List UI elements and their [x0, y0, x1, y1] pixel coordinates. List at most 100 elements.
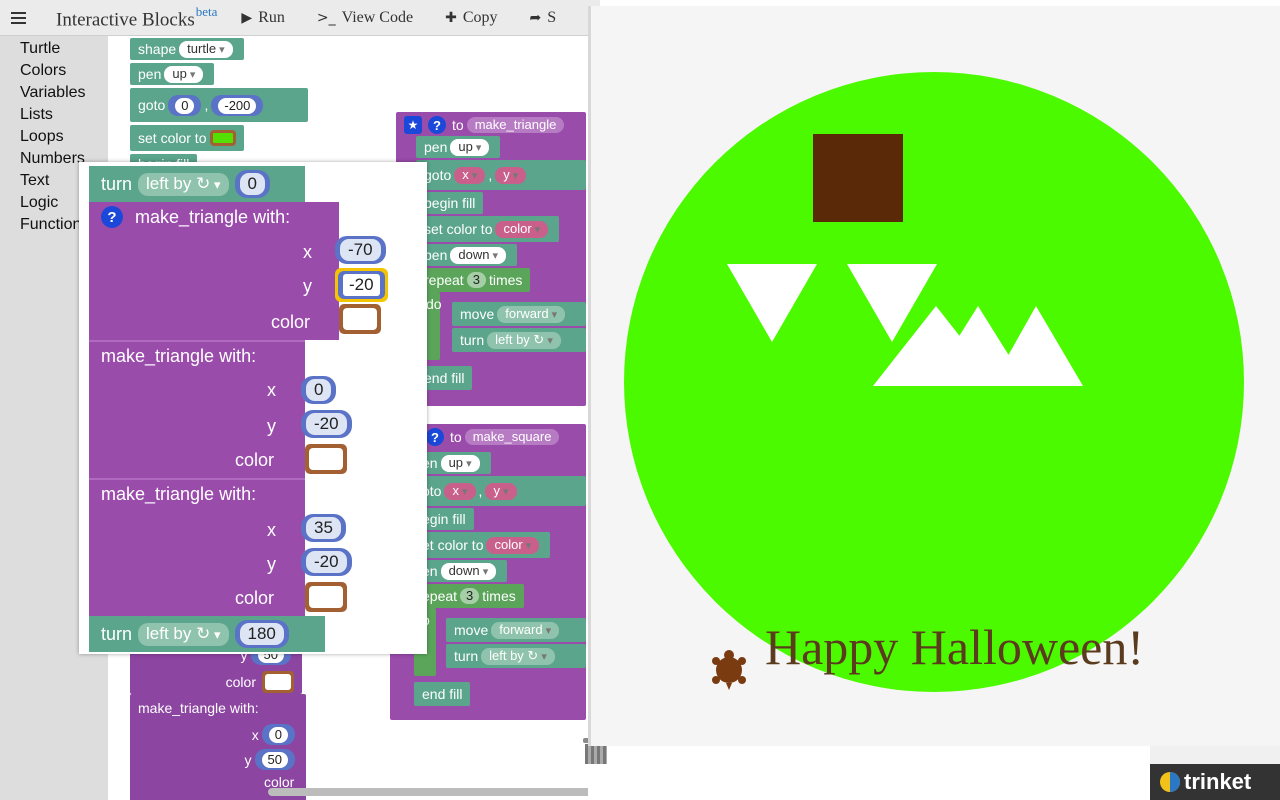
def2-color-var[interactable]: color: [486, 536, 540, 554]
copy-button[interactable]: ✚ Copy: [445, 9, 497, 27]
def2-turn-label: turn: [454, 648, 479, 664]
zoom-call2-x-label: x: [267, 380, 276, 400]
def1-move-dropdown[interactable]: forward: [497, 305, 566, 323]
make-triangle-call-4[interactable]: make_triangle with: x 0 y 50 color: [130, 694, 306, 800]
zoom-call3-x-input[interactable]: 35: [306, 517, 341, 539]
def2-name-field[interactable]: make_square: [464, 429, 560, 445]
def2-turn-dropdown[interactable]: left by ↻: [481, 647, 555, 665]
def2-pen-dropdown[interactable]: up: [440, 454, 480, 472]
zoom-call2-x-input[interactable]: 0: [306, 379, 332, 401]
def1-repeat-count[interactable]: 3: [466, 272, 486, 288]
def2-set-color-block[interactable]: et color to color: [414, 532, 551, 558]
def2-begin-fill-label: egin fill: [422, 511, 466, 527]
workspace-horizontal-scrollbar[interactable]: [268, 788, 588, 796]
zoomed-block-stack[interactable]: turn left by ↻ 0 ? make_triangle with: x…: [79, 162, 427, 654]
def1-pen2-dropdown[interactable]: down: [450, 246, 507, 264]
zoom-turn2-dropdown[interactable]: left by ↻: [138, 622, 229, 646]
goto-y-input[interactable]: -200: [218, 97, 257, 114]
shape-block[interactable]: shape turtle: [130, 38, 244, 60]
def1-y-var[interactable]: y: [495, 166, 527, 184]
call4-y-input[interactable]: 50: [261, 752, 288, 768]
app-title: Interactive Blocksbeta: [56, 4, 217, 31]
share-button[interactable]: ➦ S: [529, 9, 556, 27]
pen-block[interactable]: pen up: [130, 63, 215, 85]
goto-x-input[interactable]: 0: [175, 97, 195, 114]
def2-repeat-count[interactable]: 3: [460, 588, 480, 604]
def2-x-var[interactable]: x: [444, 482, 476, 500]
def1-repeat-block[interactable]: repeat 3 times: [416, 268, 531, 292]
partial-color-label: color: [225, 674, 256, 690]
zoom-turn-block-2[interactable]: turn left by ↻ 180: [89, 616, 325, 652]
zoom-call1-y-input[interactable]: -20: [343, 274, 380, 296]
zoom-call1-x-label: x: [303, 242, 312, 262]
zoom-turn-block-1[interactable]: turn left by ↻ 0: [89, 166, 305, 202]
def2-end-fill-label: end fill: [422, 686, 463, 702]
star-icon[interactable]: ★: [404, 116, 422, 134]
toolbox-category-variables[interactable]: Variables: [0, 82, 108, 104]
def1-goto-block[interactable]: goto x , y: [416, 160, 586, 190]
run-button[interactable]: ▶ Run: [241, 9, 284, 27]
def1-move-block[interactable]: move forward: [452, 302, 586, 326]
zoom-turn1-input[interactable]: 0: [239, 173, 265, 195]
def2-move-block[interactable]: move forward: [446, 618, 586, 642]
toolbox-category-colors[interactable]: Colors: [0, 60, 108, 82]
def2-y-var[interactable]: y: [485, 482, 517, 500]
zoom-call3-color-field[interactable]: [305, 582, 347, 612]
def1-repeat-label: repeat: [424, 272, 464, 288]
def2-to-label: to: [450, 429, 462, 445]
zoom-call2-y-input[interactable]: -20: [306, 413, 347, 435]
pen-dropdown[interactable]: up: [164, 65, 204, 83]
shape-dropdown[interactable]: turtle: [179, 40, 233, 58]
def2-end-fill-block[interactable]: end fill: [414, 682, 471, 706]
def1-x-var[interactable]: x: [454, 166, 486, 184]
zoom-help-icon[interactable]: ?: [101, 206, 123, 228]
toolbox-category-turtle[interactable]: Turtle: [0, 38, 108, 60]
zoom-turn1-dropdown[interactable]: left by ↻: [138, 172, 229, 196]
zoom-call3-label: make_triangle with:: [101, 484, 257, 504]
trinket-brand[interactable]: trinket: [1150, 764, 1280, 800]
menu-icon: [10, 11, 26, 24]
def2-repeat-block[interactable]: epeat 3 times: [414, 584, 524, 608]
zoom-call3-y-input[interactable]: -20: [306, 551, 347, 573]
def1-turn-block[interactable]: turn left by ↻: [452, 328, 586, 352]
def1-turn-dropdown[interactable]: left by ↻: [487, 331, 561, 349]
set-color-block[interactable]: set color to: [130, 125, 245, 151]
green-color-swatch[interactable]: [210, 130, 237, 146]
def2-pen2-dropdown[interactable]: down: [440, 562, 497, 580]
zoom-call1-color-label: color: [271, 312, 311, 332]
zoom-turn1-label: turn: [101, 173, 133, 194]
zoom-call2-color-label: color: [235, 450, 275, 470]
zoom-call3-color-label: color: [235, 588, 275, 608]
call4-y-field: 50: [254, 749, 295, 770]
zoom-call2-color-field[interactable]: [305, 444, 347, 474]
def1-pen-dropdown[interactable]: up: [450, 138, 490, 156]
def1-to-label: to: [452, 117, 464, 133]
call4-x-label: x: [251, 726, 259, 743]
def2-goto-block[interactable]: oto x , y: [414, 476, 586, 506]
def2-sep: ,: [478, 483, 483, 499]
def1-set-color-block[interactable]: set color to color: [416, 216, 560, 242]
help-icon[interactable]: ?: [428, 116, 446, 134]
def2-move-dropdown[interactable]: forward: [491, 621, 560, 639]
def2-turn-block[interactable]: turn left by ↻: [446, 644, 586, 668]
menu-button[interactable]: [0, 0, 36, 35]
zoom-call1-color-field[interactable]: [339, 304, 381, 334]
zoom-call1-x-input[interactable]: -70: [340, 239, 381, 261]
toolbox-category-loops[interactable]: Loops: [0, 126, 108, 148]
help-icon[interactable]: ?: [426, 428, 444, 446]
partial-color-field[interactable]: [262, 671, 294, 693]
view-code-button[interactable]: >_ View Code: [317, 9, 413, 27]
def1-color-var[interactable]: color: [495, 220, 549, 238]
zoom-turn2-input[interactable]: 180: [239, 623, 284, 645]
call4-x-input[interactable]: 0: [268, 727, 288, 743]
run-label: Run: [258, 8, 285, 26]
def1-name-field[interactable]: make_triangle: [466, 117, 565, 133]
zoom-call3-y-label: y: [267, 554, 276, 574]
def1-pen-label: pen: [424, 139, 448, 155]
def1-pen-block[interactable]: pen up: [416, 136, 501, 158]
def2-pen-down-block[interactable]: en down: [414, 560, 508, 582]
toolbox-category-lists[interactable]: Lists: [0, 104, 108, 126]
goto-block[interactable]: goto 0 , -200: [130, 88, 308, 122]
terminal-icon: >_: [316, 9, 336, 26]
def1-pen-down-block[interactable]: pen down: [416, 244, 518, 266]
